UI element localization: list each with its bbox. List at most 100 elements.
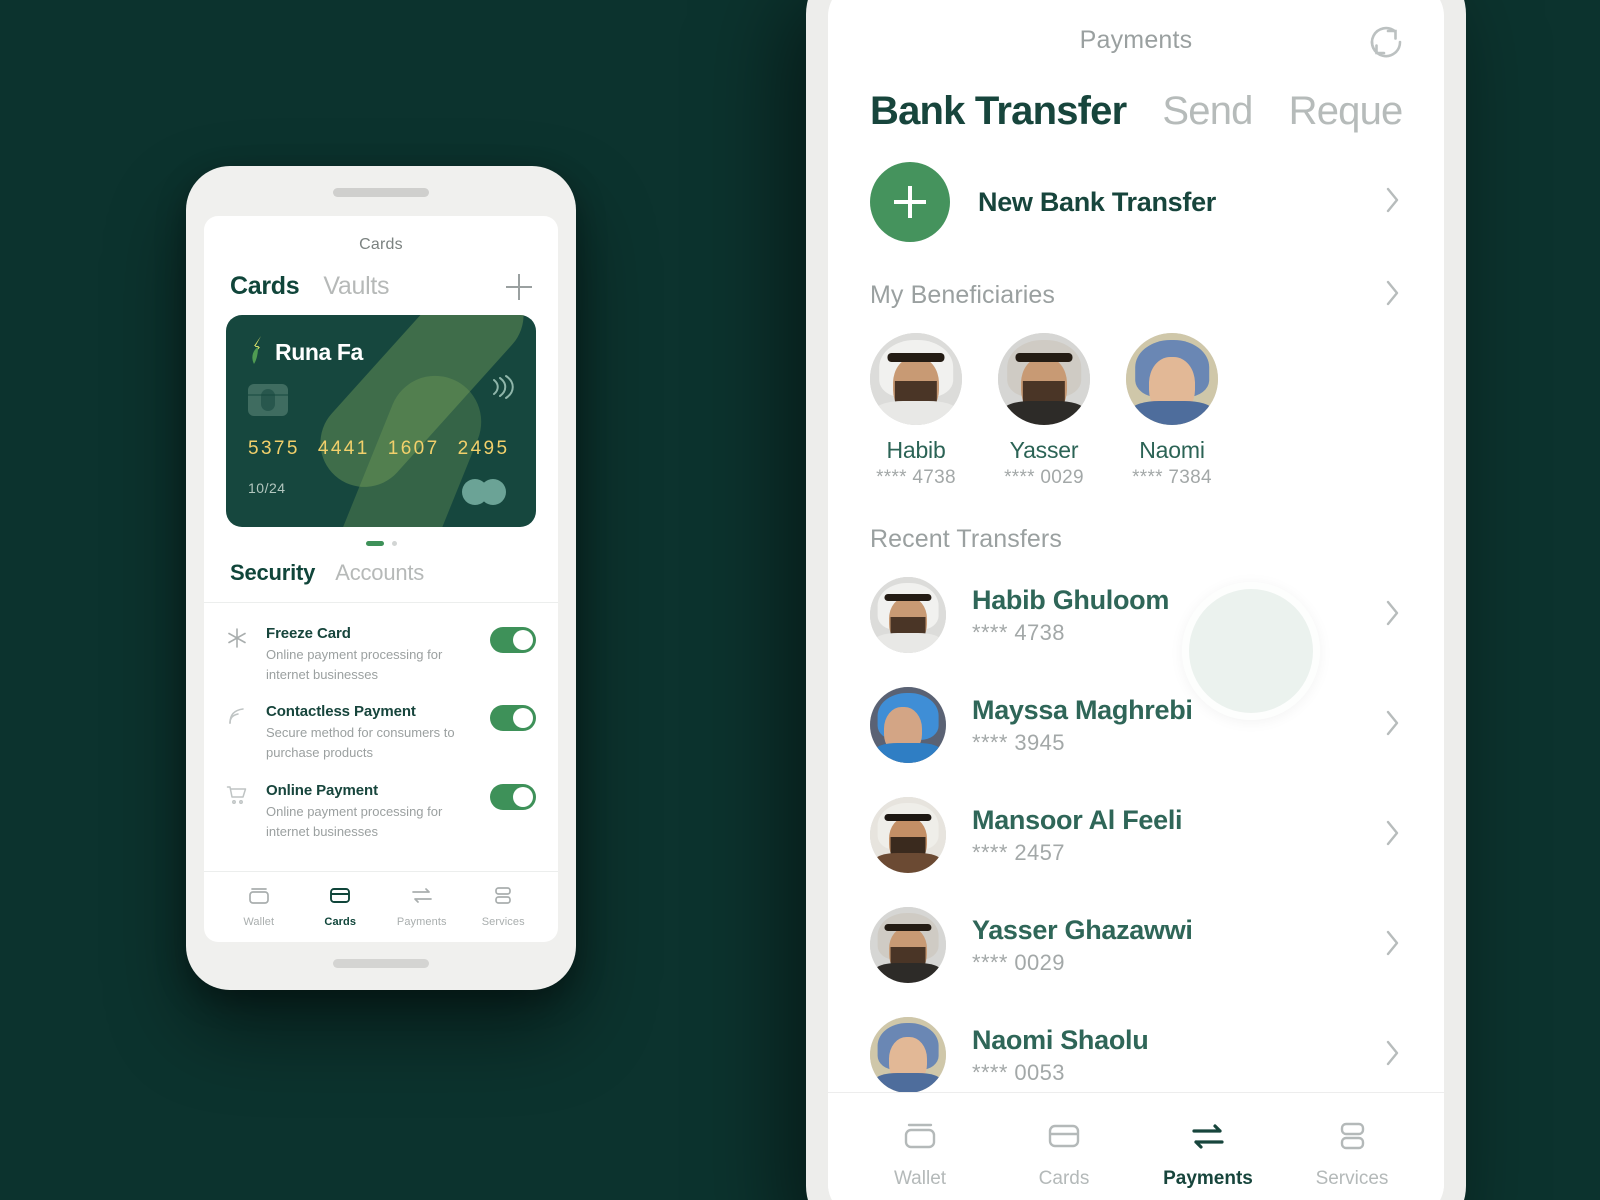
toggle-freeze-card[interactable] — [490, 627, 536, 653]
avatar[interactable] — [1126, 333, 1218, 425]
nav-label: Cards — [1038, 1168, 1090, 1189]
nav-item-wallet[interactable]: Wallet — [848, 1117, 992, 1190]
services-stack-icon — [1330, 1122, 1374, 1159]
left-phone-mockup: Cards Cards Vaults Runa Fa 5375 4441 160… — [186, 166, 576, 990]
transfer-name: Naomi Shaolu — [972, 1024, 1149, 1055]
refresh-icon[interactable] — [1364, 20, 1408, 69]
page-title: Cards — [359, 236, 403, 253]
chevron-right-icon[interactable] — [1384, 598, 1402, 633]
nav-label: Cards — [324, 916, 357, 928]
card-icon — [1042, 1124, 1086, 1159]
avatar[interactable] — [998, 333, 1090, 425]
tab-send[interactable]: Send — [1162, 89, 1253, 134]
setting-row-online-payment[interactable]: Online Payment Online payment processing… — [226, 772, 536, 850]
nav-item-services[interactable]: Services — [1280, 1117, 1424, 1190]
setting-description: Secure method for consumers to purchase … — [266, 725, 455, 761]
setting-row-freeze-card[interactable]: Freeze Card Online payment processing fo… — [226, 615, 536, 693]
beneficiary-item[interactable]: Naomi **** 7384 — [1126, 333, 1218, 489]
toggle-online-payment[interactable] — [490, 783, 536, 810]
chevron-right-icon[interactable] — [1384, 278, 1402, 313]
chevron-right-icon[interactable] — [1384, 928, 1402, 963]
setting-title: Freeze Card — [266, 625, 351, 642]
card-number: 5375 4441 1607 2495 — [248, 438, 514, 460]
nav-item-wallet[interactable]: Wallet — [218, 884, 300, 928]
transfer-row[interactable]: Yasser Ghazawwi **** 0029 — [828, 890, 1444, 1000]
avatar — [870, 1017, 946, 1093]
transfer-number: **** 0053 — [972, 1059, 1065, 1085]
tab-security[interactable]: Security — [230, 560, 315, 586]
chevron-right-icon[interactable] — [1384, 708, 1402, 743]
card-number-group-2: 4441 — [317, 438, 370, 459]
tab-vaults[interactable]: Vaults — [323, 272, 389, 301]
nav-item-payments[interactable]: Payments — [381, 884, 463, 928]
card-number-group-1: 5375 — [248, 438, 300, 459]
transfer-row[interactable]: Mansoor Al Feeli **** 2457 — [828, 780, 1444, 890]
beneficiary-number: **** 7384 — [1132, 467, 1212, 488]
phone-speaker-grille — [333, 188, 429, 197]
beneficiary-name: Naomi — [1139, 437, 1205, 463]
transfer-name: Yasser Ghazawwi — [972, 914, 1193, 945]
avatar — [870, 577, 946, 653]
chevron-right-icon[interactable] — [1384, 818, 1402, 853]
transfer-name: Mansoor Al Feeli — [972, 804, 1183, 835]
recent-transfers-list: Habib Ghuloom **** 4738 Mayssa Maghrebi … — [828, 554, 1444, 1110]
carousel-dot[interactable] — [391, 541, 397, 546]
tab-request[interactable]: Reque — [1289, 89, 1404, 134]
nav-item-payments[interactable]: Payments — [1136, 1117, 1280, 1190]
setting-title: Contactless Payment — [266, 703, 416, 721]
wallet-icon — [246, 888, 272, 910]
chevron-right-icon[interactable] — [1384, 185, 1402, 220]
cursor-highlight-indicator — [1182, 582, 1320, 720]
setting-row-contactless-payment[interactable]: Contactless Payment Secure method for co… — [226, 693, 536, 771]
carousel-pagination[interactable] — [204, 527, 558, 550]
add-card-button[interactable] — [506, 273, 532, 300]
toggle-contactless-payment[interactable] — [490, 705, 536, 732]
contactless-waves-icon — [490, 373, 514, 406]
carousel-dot-active[interactable] — [365, 541, 384, 546]
nav-item-cards[interactable]: Cards — [300, 884, 382, 928]
services-stack-icon — [490, 887, 516, 910]
right-bottom-navbar: Wallet Cards Payments Services — [828, 1092, 1444, 1200]
card-number-group-3: 1607 — [387, 438, 440, 459]
card-brand-name: Runa Fa — [275, 339, 363, 365]
runa-leaf-logo-icon — [248, 335, 268, 370]
nav-label: Payments — [1163, 1168, 1253, 1189]
credit-card[interactable]: Runa Fa 5375 4441 1607 2495 10/24 — [226, 315, 536, 527]
payments-tabbar: Bank Transfer Send Reque — [828, 55, 1444, 134]
transfer-row[interactable]: Mayssa Maghrebi **** 3945 — [828, 670, 1444, 780]
tab-cards[interactable]: Cards — [230, 272, 300, 301]
snowflake-icon — [226, 625, 252, 654]
beneficiary-item[interactable]: Habib **** 4738 — [870, 333, 962, 489]
beneficiary-item[interactable]: Yasser **** 0029 — [998, 333, 1090, 489]
beneficiaries-list: Habib **** 4738 Yasser **** 0029 Naomi *… — [828, 313, 1444, 489]
recent-transfers-header: Recent Transfers — [828, 489, 1444, 554]
beneficiary-name: Yasser — [1009, 437, 1079, 463]
nav-label: Services — [1315, 1168, 1389, 1189]
beneficiary-number: **** 4738 — [876, 467, 956, 488]
nav-label: Services — [481, 916, 525, 928]
card-icon — [327, 888, 353, 910]
card-brand: Runa Fa — [248, 335, 514, 370]
plus-circle-icon[interactable] — [870, 162, 950, 242]
tab-accounts[interactable]: Accounts — [335, 560, 424, 586]
nav-item-cards[interactable]: Cards — [992, 1117, 1136, 1190]
card-carousel[interactable]: Runa Fa 5375 4441 1607 2495 10/24 — [204, 305, 558, 527]
new-bank-transfer-row[interactable]: New Bank Transfer — [828, 134, 1444, 242]
transfer-number: **** 0029 — [972, 949, 1065, 975]
nav-label: Payments — [396, 916, 447, 928]
my-beneficiaries-header[interactable]: My Beneficiaries — [828, 242, 1444, 313]
setting-title: Online Payment — [266, 781, 378, 799]
nav-item-services[interactable]: Services — [463, 884, 545, 928]
beneficiary-number: **** 0029 — [1004, 467, 1084, 488]
tab-bank-transfer[interactable]: Bank Transfer — [870, 89, 1127, 134]
setting-description: Online payment processing for internet b… — [266, 803, 443, 839]
phone-home-indicator — [333, 959, 429, 968]
security-settings-list: Freeze Card Online payment processing fo… — [204, 603, 558, 871]
transfer-row[interactable]: Habib Ghuloom **** 4738 — [828, 560, 1444, 670]
emv-chip-icon — [248, 384, 288, 416]
shopping-cart-icon — [226, 782, 252, 811]
chevron-right-icon[interactable] — [1384, 1038, 1402, 1073]
avatar[interactable] — [870, 333, 962, 425]
nav-label: Wallet — [243, 916, 275, 928]
transfer-number: **** 3945 — [972, 729, 1065, 755]
